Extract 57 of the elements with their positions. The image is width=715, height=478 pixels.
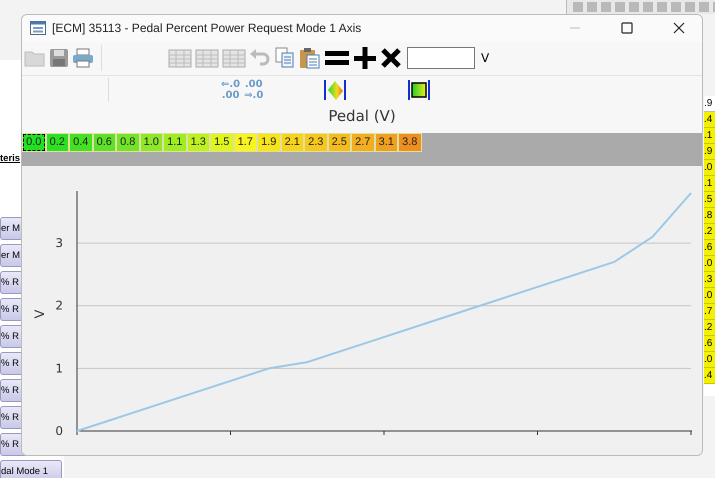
- y-tick-label: 1: [55, 361, 63, 376]
- table-cell: .1: [704, 128, 715, 144]
- table-cell: .7: [704, 304, 715, 320]
- axis-title: Pedal (V): [22, 104, 702, 134]
- axis-cell[interactable]: 0.4: [69, 133, 92, 152]
- table-cell: .9: [704, 96, 715, 112]
- close-icon[interactable]: [673, 22, 685, 34]
- axis-cell[interactable]: 3.1: [374, 133, 398, 152]
- axis-cell[interactable]: 1.3: [186, 133, 210, 152]
- unit-label: V: [481, 51, 490, 66]
- table-cell: .0: [704, 160, 715, 176]
- axis-cell[interactable]: 0.0: [22, 133, 46, 152]
- y-tick-label: 0: [55, 424, 63, 438]
- color-scale-icon[interactable]: [407, 79, 432, 102]
- axis-cell[interactable]: 2.7: [351, 133, 374, 152]
- multiply-icon[interactable]: [380, 47, 402, 70]
- axis-cell[interactable]: 1.7: [234, 133, 257, 152]
- table-icon: [30, 21, 46, 36]
- window-title: [ECM] 35113 - Pedal Percent Power Request Mode 1 Axis: [52, 21, 362, 36]
- table-cell: .8: [704, 208, 715, 224]
- color-fill-icon[interactable]: [323, 79, 348, 102]
- table-cell: .3: [704, 272, 715, 288]
- table-cell: .9: [704, 144, 715, 160]
- axis-cell[interactable]: 2.5: [328, 133, 351, 152]
- table-cell: .6: [704, 336, 715, 352]
- column-header: teris: [0, 152, 21, 166]
- copy-icon[interactable]: [274, 47, 296, 70]
- paste-icon[interactable]: [299, 47, 321, 70]
- table-cell: .2: [704, 320, 715, 336]
- axis-cell[interactable]: 0.8: [116, 133, 140, 152]
- axis-cell[interactable]: 3.8: [398, 133, 422, 152]
- table-cell: .0: [704, 256, 715, 272]
- axis-cell[interactable]: 2.3: [304, 133, 328, 152]
- y-axis-title: V: [33, 310, 48, 318]
- axis-cell[interactable]: 1.0: [140, 133, 163, 152]
- axis-cell[interactable]: 0.6: [92, 133, 116, 152]
- table-cell: .4: [704, 368, 715, 384]
- table-cell: .2: [704, 224, 715, 240]
- print-icon[interactable]: [72, 48, 94, 68]
- table-cell: .0: [704, 352, 715, 368]
- value-input[interactable]: [407, 47, 475, 70]
- y-tick-label: 2: [55, 298, 63, 313]
- axis-cell[interactable]: 1.5: [210, 133, 234, 152]
- table-cell: .0: [704, 288, 715, 304]
- table-cell: .6: [704, 240, 715, 256]
- table-cell: .4: [704, 112, 715, 128]
- axis-cell[interactable]: 0.2: [46, 133, 69, 152]
- save-icon[interactable]: [49, 48, 69, 68]
- axis-cell[interactable]: 1.9: [257, 133, 280, 152]
- axis-cell[interactable]: 2.1: [280, 133, 304, 152]
- plus-icon[interactable]: [353, 47, 377, 70]
- y-tick-label: 3: [55, 236, 63, 250]
- table-cell: .1: [704, 176, 715, 192]
- maximize-icon[interactable]: [621, 22, 633, 34]
- table-cell: .5: [704, 192, 715, 208]
- list-button[interactable]: dal Mode 1: [0, 460, 62, 478]
- axis-cell[interactable]: 1.1: [163, 133, 186, 152]
